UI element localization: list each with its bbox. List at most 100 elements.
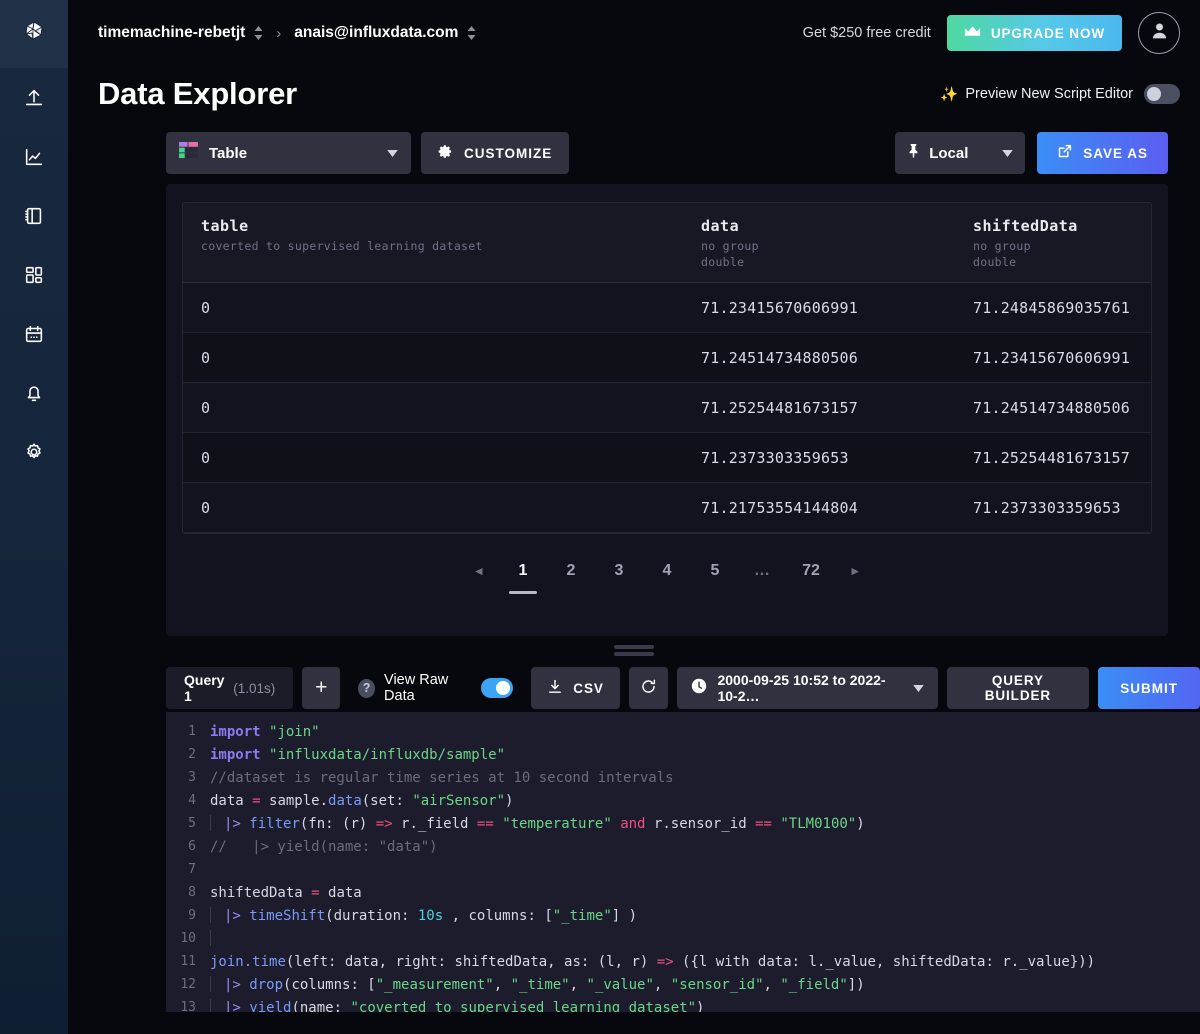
line-number: 6	[188, 839, 196, 854]
help-icon[interactable]: ?	[358, 678, 376, 698]
query-tab[interactable]: Query 1 (1.01s)	[166, 667, 294, 709]
preview-script-editor-label: ✨ Preview New Script Editor	[940, 86, 1133, 103]
code-text: |> drop(columns: ["_measurement", "_time…	[210, 976, 865, 993]
code-line: 5 |> filter(fn: (r) => r._field == "tempe…	[166, 812, 1200, 835]
influxdata-logo[interactable]	[0, 0, 68, 68]
upgrade-now-button[interactable]: UPGRADE NOW	[946, 15, 1122, 51]
download-csv-button[interactable]: CSV	[531, 667, 620, 709]
table-row[interactable]: 0 71.25254481673157 71.24514734880506	[183, 383, 1151, 434]
panel-drag-handle[interactable]	[614, 644, 654, 656]
table-cell: 71.24514734880506	[973, 398, 1130, 417]
page-title: Data Explorer	[98, 76, 297, 111]
code-token: (columns: [	[283, 977, 376, 993]
code-token: shiftedData	[210, 884, 312, 901]
upgrade-now-label: UPGRADE NOW	[990, 25, 1105, 41]
calendar-tasks-icon	[23, 323, 45, 345]
pagination-prev[interactable]: ◂	[459, 554, 499, 588]
avatar[interactable]	[1138, 12, 1180, 54]
drag-bar	[614, 651, 654, 656]
code-token: data	[210, 792, 253, 809]
column-type: double	[701, 254, 745, 269]
code-token: filter	[249, 816, 300, 832]
pagination-page[interactable]: 3	[595, 554, 643, 588]
left-navigation	[0, 0, 68, 1034]
code-token: "influxdata/influxdb/sample"	[269, 746, 506, 763]
code-line: 3 //dataset is regular time series at 10 …	[166, 766, 1200, 789]
timezone-dropdown[interactable]: Local	[895, 132, 1026, 174]
pagination: ◂ 12345 … 72 ▸	[182, 554, 1152, 595]
code-token: ,	[763, 977, 781, 993]
sidebar-item-data-explorer[interactable]	[0, 127, 68, 186]
line-number: 7	[188, 862, 196, 877]
refresh-button[interactable]	[628, 667, 669, 709]
table-column-header[interactable]: shiftedData no group double	[973, 217, 1133, 270]
code-token: ,	[493, 977, 511, 993]
customize-button[interactable]: CUSTOMIZE	[421, 132, 570, 174]
table-column-header[interactable]: data no group double	[701, 217, 973, 270]
results-panel: table coverted to supervised learning da…	[166, 184, 1168, 636]
sidebar-item-settings[interactable]	[0, 422, 68, 481]
dashboard-grid-icon	[23, 264, 45, 286]
time-range-dropdown[interactable]: 2000-09-25 10:52 to 2022-10-2…	[677, 667, 938, 709]
indent-guide	[210, 999, 211, 1012]
line-number: 9	[188, 908, 196, 923]
indent-guide	[210, 907, 211, 923]
query-toolbar: Query 1 (1.01s) + ? View Raw Data CSV 20…	[68, 664, 1200, 712]
data-explorer-app: timemachine-rebetjt › anais@influxdata.c…	[0, 0, 1200, 1034]
user-selector[interactable]: anais@influxdata.com	[294, 24, 476, 42]
table-column-header[interactable]: table coverted to supervised learning da…	[201, 217, 701, 270]
code-token: |>	[224, 1000, 250, 1012]
flux-code-editor[interactable]: 1 import "join" 2 import "influxdata/influx…	[166, 712, 1200, 1012]
visualization-type-dropdown[interactable]: Table	[166, 132, 411, 174]
code-token: time	[252, 953, 286, 970]
table-cell: 71.23415670606991	[701, 298, 858, 317]
pagination-page[interactable]: 5	[691, 554, 739, 588]
query-builder-button[interactable]: QUERY BUILDER	[946, 667, 1090, 709]
code-token: "temperature"	[502, 816, 621, 832]
code-token: "TLM0100"	[780, 816, 857, 832]
sidebar-item-alerts[interactable]	[0, 363, 68, 422]
table-row[interactable]: 0 71.21753554144804 71.2373303359653	[183, 483, 1151, 534]
preview-script-editor-control: ✨ Preview New Script Editor	[940, 84, 1180, 104]
code-text: |> timeShift(duration: 10s , columns: ["…	[210, 907, 637, 924]
table-row[interactable]: 0 71.2373303359653 71.25254481673157	[183, 433, 1151, 484]
code-token: =>	[375, 816, 402, 832]
pagination-ellipsis: …	[754, 562, 772, 580]
time-range-label: 2000-09-25 10:52 to 2022-10-2…	[717, 672, 886, 704]
sidebar-item-notebooks[interactable]	[0, 186, 68, 245]
pagination-last-page[interactable]: 72	[787, 554, 835, 588]
pagination-next[interactable]: ▸	[835, 554, 875, 588]
submit-button[interactable]: SUBMIT	[1098, 667, 1200, 709]
pagination-page[interactable]: 4	[643, 554, 691, 588]
sidebar-item-dashboards[interactable]	[0, 245, 68, 304]
table-row[interactable]: 0 71.23415670606991 71.24845869035761	[183, 283, 1151, 334]
view-raw-data-toggle[interactable]	[480, 678, 514, 698]
code-line: 7	[166, 858, 1200, 881]
chevron-updown-icon	[254, 26, 263, 40]
code-line: 10	[166, 927, 1200, 950]
code-line: 8 shiftedData = data	[166, 881, 1200, 904]
column-subtitle: coverted to supervised learning dataset	[201, 239, 483, 253]
breadcrumb-separator: ›	[276, 24, 282, 42]
visualization-type-label: Table	[209, 144, 248, 162]
sidebar-item-tasks[interactable]	[0, 304, 68, 363]
code-token: ,	[569, 977, 587, 993]
notebook-icon	[23, 205, 45, 227]
save-as-button[interactable]: SAVE AS	[1037, 132, 1168, 174]
org-selector[interactable]: timemachine-rebetjt	[98, 24, 263, 42]
top-bar: timemachine-rebetjt › anais@influxdata.c…	[68, 0, 1200, 66]
view-raw-data-control[interactable]: ? View Raw Data	[349, 672, 522, 704]
chevron-down-icon	[912, 679, 924, 697]
table-body: 0 71.23415670606991 71.24845869035761 0 71.2…	[183, 283, 1151, 534]
table-row[interactable]: 0 71.24514734880506 71.23415670606991	[183, 333, 1151, 384]
table-cell: 71.21753554144804	[701, 498, 858, 517]
code-token: and	[620, 816, 654, 832]
code-line: 13 |> yield(name: "coverted to supervised…	[166, 996, 1200, 1012]
sidebar-item-load-data[interactable]	[0, 68, 68, 127]
pagination-page[interactable]: 2	[547, 554, 595, 588]
preview-script-editor-toggle[interactable]	[1144, 84, 1180, 104]
pagination-page[interactable]: 1	[499, 554, 547, 595]
code-text: //dataset is regular time series at 10 s…	[210, 770, 674, 786]
add-query-button[interactable]: +	[302, 667, 341, 709]
code-text: shiftedData = data	[210, 885, 362, 901]
